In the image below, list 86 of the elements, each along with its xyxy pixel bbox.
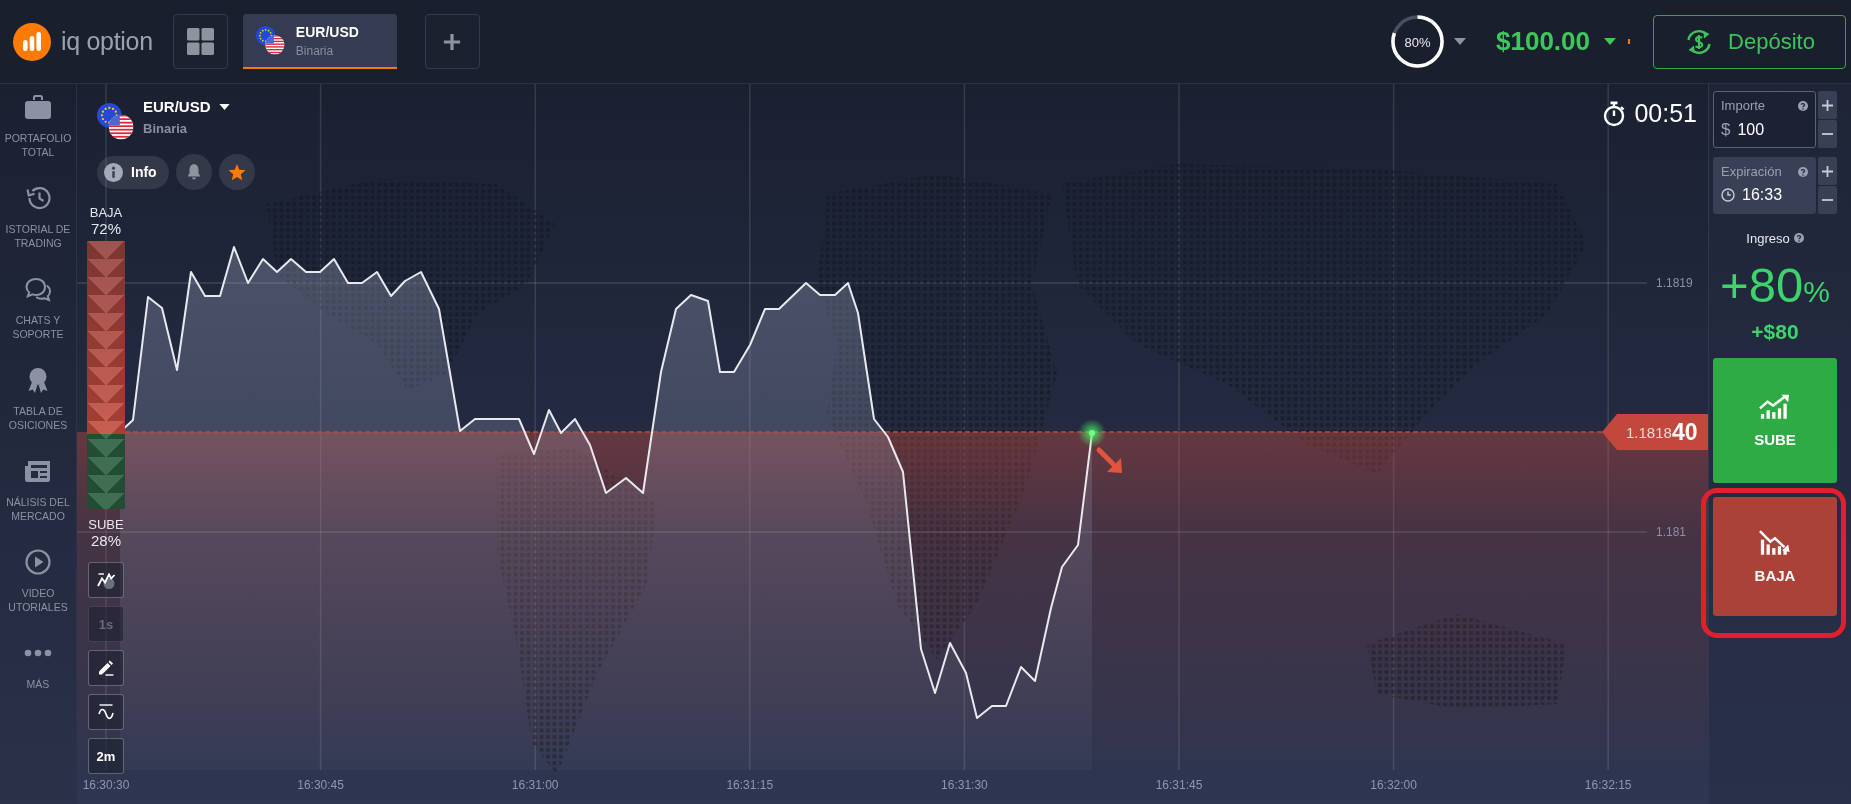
flags-icon (97, 103, 134, 140)
alert-button[interactable] (175, 154, 212, 190)
time-label: 16:32:15 (1584, 778, 1632, 792)
help-icon[interactable] (1798, 100, 1808, 111)
sidebar-item[interactable]: MÁS (0, 640, 76, 731)
sidebar-item[interactable]: NÁLISIS DEL MERCADO (0, 458, 76, 549)
expiry-field[interactable]: Expiración 16:33 (1713, 157, 1816, 214)
time-label: 16:30:30 (82, 778, 130, 792)
time-label: 16:32:00 (1370, 778, 1417, 792)
price-label: 1.181 (1656, 525, 1687, 539)
plus-icon (1822, 99, 1833, 111)
expiry-value: 16:33 (1742, 186, 1783, 204)
help-icon[interactable] (1793, 233, 1804, 243)
add-tab-button[interactable] (424, 14, 480, 69)
plus-icon (1822, 165, 1833, 177)
decrease-button[interactable] (1818, 120, 1837, 148)
chart-tool-button[interactable] (88, 694, 124, 730)
time-label: 16:30:45 (297, 778, 344, 792)
sidebar-item[interactable]: VIDEO UTORIALES (0, 549, 76, 640)
caret-icon (1604, 38, 1616, 45)
sentiment-up-label: SUBE (88, 517, 124, 532)
sentiment-down-share: 72% (91, 220, 121, 238)
stopwatch-icon (1602, 100, 1627, 127)
increase-button[interactable] (1818, 157, 1837, 185)
down-arrow-icon (1096, 447, 1122, 473)
sentiment-up-share: 28% (91, 532, 121, 550)
price-label: 1.1819 (1656, 276, 1693, 290)
favorite-button[interactable] (218, 154, 255, 190)
sidebar-item[interactable]: TABLA DE OSICIONES (0, 367, 76, 458)
play-icon (24, 549, 52, 575)
pencil-icon (96, 658, 116, 678)
chat-icon (24, 276, 52, 302)
clock-icon (1721, 188, 1735, 202)
help-icon[interactable] (1798, 166, 1808, 177)
caret-icon (218, 103, 230, 110)
chart-tool-button[interactable] (88, 650, 124, 686)
currency-symbol: $ (1721, 120, 1731, 140)
income-label: Ingreso (1746, 230, 1790, 246)
minus-icon (1822, 133, 1833, 135)
logo-text: iq option (61, 27, 153, 56)
wave-icon (96, 702, 116, 722)
grid-icon (186, 28, 214, 55)
decrease-button[interactable] (1818, 186, 1837, 214)
trend-up-icon (1759, 393, 1791, 419)
minus-icon (1822, 199, 1833, 201)
line-chart-icon (96, 570, 116, 590)
time-label: 16:31:45 (1155, 778, 1203, 792)
current-point-icon (1078, 419, 1106, 447)
plus-icon (443, 32, 462, 51)
caret-icon[interactable] (1454, 38, 1466, 45)
field-label: Importe (1721, 98, 1766, 113)
asset-type: Binaria (143, 121, 188, 136)
income-percent: +80 (1720, 260, 1804, 310)
rise-button[interactable]: SUBE (1713, 358, 1837, 483)
fall-button[interactable]: BAJA (1713, 497, 1837, 616)
sidebar-item[interactable]: ISTORIAL DE TRADING (0, 185, 76, 276)
increase-button[interactable] (1818, 91, 1837, 119)
newspaper-icon (24, 458, 52, 484)
amount-field[interactable]: Importe $ 100 (1713, 91, 1816, 148)
current-price-tag: 1.181840 (1602, 414, 1708, 450)
briefcase-icon (24, 94, 52, 120)
logo-icon (13, 22, 51, 61)
percent-sign: % (1803, 274, 1830, 310)
info-button[interactable]: Info (97, 155, 169, 189)
time-label: 16:31:30 (941, 778, 988, 792)
trend-down-icon (1759, 529, 1791, 555)
asset-tab[interactable]: EUR/USD Binaria (242, 14, 397, 69)
chart-tool-button[interactable] (88, 562, 124, 598)
deposit-button[interactable]: Depósito (1653, 14, 1846, 69)
asset-dropdown[interactable]: EUR/USD (143, 98, 230, 115)
info-icon (104, 162, 123, 182)
countdown-timer: 00:51 (1634, 99, 1697, 128)
grid-button[interactable] (172, 14, 228, 69)
flags-icon (255, 26, 285, 55)
ring-percent: 80% (1404, 34, 1431, 49)
field-label: Expiración (1721, 164, 1782, 179)
amount-value: 100 (1737, 121, 1765, 139)
history-icon (24, 185, 52, 211)
balance-dropdown[interactable]: $100.00 (1496, 26, 1616, 57)
chart-tool-button[interactable]: 2m (88, 738, 124, 774)
profit-amount: +$80 (1750, 320, 1800, 344)
sentiment-down-label: BAJA (89, 205, 123, 220)
time-label: 16:31:15 (726, 778, 774, 792)
sidebar-item[interactable]: PORTAFOLIO TOTAL (0, 94, 76, 185)
sidebar-item[interactable]: CHATS Y SOPORTE (0, 276, 76, 367)
time-label: 16:31:00 (511, 778, 559, 792)
